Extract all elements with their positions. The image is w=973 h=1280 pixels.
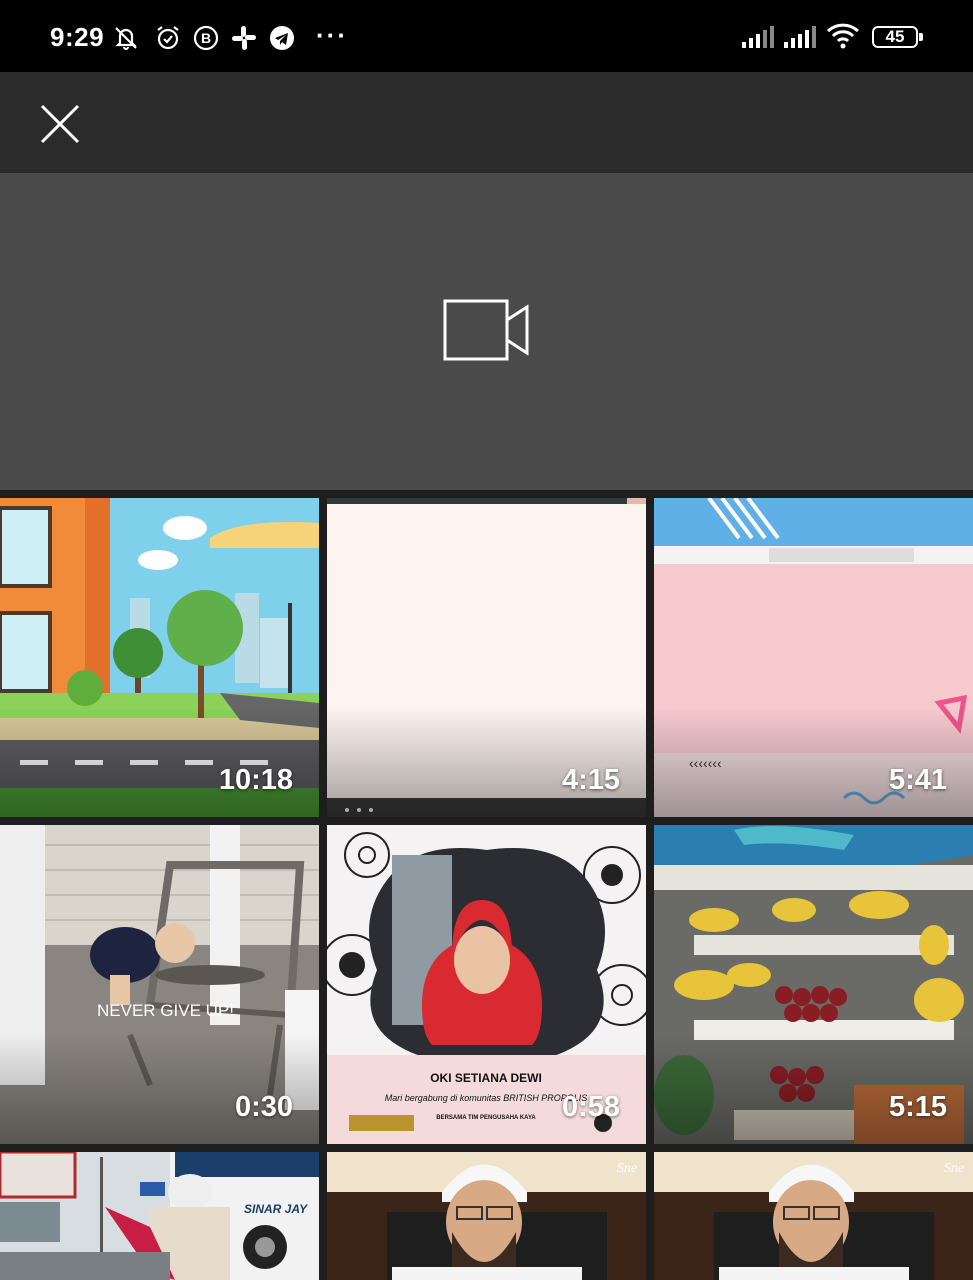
poster-line-2: BERSAMA TIM PENGUSAHA KAYA (436, 1115, 536, 1121)
wifi-icon (826, 23, 860, 49)
video-thumbnail-9[interactable]: Sne (654, 1152, 973, 1280)
video-thumbnail-6[interactable]: 5:15 (654, 825, 973, 1144)
video-thumbnail-2[interactable]: 4:15 (327, 498, 646, 817)
close-icon[interactable] (36, 100, 84, 148)
signal-icon-2 (784, 26, 816, 48)
alarm-icon (157, 26, 179, 50)
thumbnail-shade (0, 707, 319, 817)
video-thumbnail-8[interactable]: Sne (327, 1152, 646, 1280)
channel-logo: Sne (944, 1161, 964, 1176)
video-duration: 10:18 (218, 764, 293, 796)
video-thumbnail-4[interactable]: NEVER GIVE UP! 0:30 (0, 825, 319, 1144)
street-bus-image: SINAR JAY (0, 1152, 319, 1280)
video-thumbnail-7[interactable]: SINAR JAY (0, 1152, 319, 1280)
status-time: 9:29 (50, 22, 105, 52)
speaker-image: Sne (327, 1152, 646, 1280)
thumbnail-shade (0, 1034, 319, 1144)
video-caption: NEVER GIVE UP! (97, 1001, 234, 1020)
video-thumbnail-3[interactable]: ‹‹‹‹‹‹‹ 5:41 (654, 498, 973, 817)
battery-indicator: 45 (872, 26, 923, 48)
thumbnail-shade (654, 1034, 973, 1144)
video-thumbnail-5[interactable]: OKI SETIANA DEWI Mari bergabung di komun… (327, 825, 646, 1144)
video-duration: 4:15 (561, 764, 620, 796)
video-thumbnail-1[interactable]: 10:18 (0, 498, 319, 817)
thumbnail-shade (327, 707, 646, 817)
video-camera-icon[interactable] (442, 298, 530, 362)
telegram-icon (270, 26, 294, 50)
video-duration: 5:41 (888, 764, 947, 796)
status-bar: 9:29 B ··· 45 (0, 0, 973, 72)
slack-icon (232, 26, 256, 50)
thumbnail-shade (654, 707, 973, 817)
b-app-icon: B (193, 25, 219, 51)
video-duration: 0:30 (234, 1091, 293, 1123)
svg-text:B: B (201, 30, 211, 46)
poster-line-1: Mari bergabung di komunitas BRITISH PROP… (385, 1093, 588, 1103)
speaker-image: Sne (654, 1152, 973, 1280)
toolbar (0, 72, 973, 173)
bus-text: SINAR JAY (244, 1202, 308, 1216)
more-notifications-indicator: ··· (316, 20, 348, 50)
channel-logo: Sne (617, 1161, 637, 1176)
mute-icon (115, 27, 137, 50)
video-duration: 0:58 (561, 1091, 620, 1123)
video-duration: 5:15 (888, 1091, 947, 1123)
signal-icon (742, 26, 774, 48)
speaker-name: OKI SETIANA DEWI (430, 1071, 542, 1085)
